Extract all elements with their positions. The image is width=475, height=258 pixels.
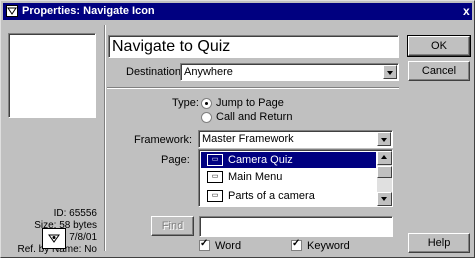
horizontal-divider (107, 87, 399, 89)
type-label: Type: (172, 97, 199, 109)
page-icon: ▭ (207, 171, 223, 183)
dialog-title: Properties: Navigate Icon (22, 5, 155, 17)
find-input[interactable] (199, 216, 393, 237)
navigate-icon (6, 5, 18, 17)
framework-label: Framework: (134, 134, 193, 146)
ok-button[interactable]: OK (407, 35, 471, 57)
scroll-up-icon[interactable] (377, 151, 392, 165)
radio-call-and-return[interactable] (201, 112, 212, 123)
icon-title-field[interactable]: Navigate to Quiz (108, 35, 399, 58)
chevron-down-icon[interactable] (383, 65, 397, 79)
vertical-divider (104, 25, 106, 251)
scroll-down-icon[interactable] (377, 192, 392, 206)
list-item[interactable]: ▭ Main Menu (201, 169, 376, 185)
radio-jump-to-page[interactable] (201, 98, 212, 109)
properties-dialog: Properties: Navigate Icon x ID: 65556 Si… (0, 0, 475, 258)
find-button[interactable]: Find (151, 216, 194, 236)
radio-jump-to-page-label: Jump to Page (216, 97, 284, 109)
page-icon: ▭ (207, 190, 223, 202)
page-label: Page: (161, 154, 190, 166)
close-button[interactable]: x (463, 3, 472, 20)
destination-label: Destination: (126, 66, 185, 78)
chevron-down-icon[interactable] (377, 132, 391, 146)
keyword-checkbox[interactable]: ✓ (291, 238, 302, 251)
navigate-icon-button[interactable] (42, 228, 66, 249)
cancel-button[interactable]: Cancel (408, 61, 470, 81)
keyword-label: Keyword (307, 240, 350, 252)
framework-value: Master Framework (202, 133, 294, 145)
word-label: Word (215, 240, 242, 252)
word-checkbox[interactable]: ✓ (199, 238, 210, 251)
destination-value: Anywhere (184, 66, 233, 78)
radio-call-and-return-label: Call and Return (216, 111, 293, 123)
scroll-thumb[interactable] (377, 166, 392, 178)
icon-preview (8, 33, 96, 118)
navigate-icon (48, 234, 60, 243)
list-item[interactable]: ▭ Parts of a camera (201, 188, 376, 204)
page-icon: ▭ (207, 154, 223, 166)
destination-dropdown[interactable]: Anywhere (180, 63, 399, 81)
title-bar[interactable]: Properties: Navigate Icon x (3, 3, 472, 20)
framework-dropdown[interactable]: Master Framework (198, 130, 393, 148)
icon-id: ID: 65556 (53, 208, 97, 219)
list-item[interactable]: ▭ Camera Quiz (201, 152, 376, 168)
page-list[interactable]: ▭ Camera Quiz ▭ Main Menu ▭ Parts of a c… (198, 149, 393, 207)
page-list-scrollbar[interactable] (377, 151, 392, 206)
help-button[interactable]: Help (408, 233, 470, 253)
